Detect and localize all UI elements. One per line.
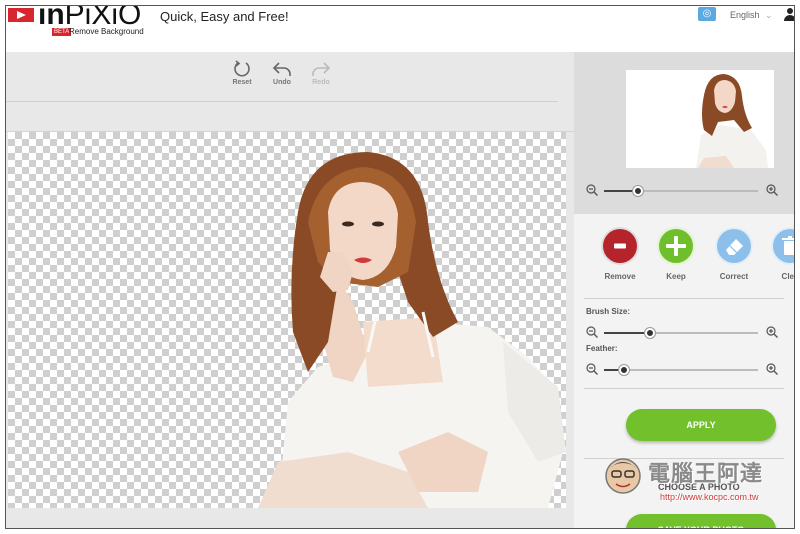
save-photo-button[interactable]: SAVE YOUR PHOTO — [626, 514, 776, 528]
undo-button[interactable]: Undo — [262, 60, 302, 86]
chevron-down-icon: ⌄ — [765, 10, 773, 20]
trash-icon — [771, 227, 794, 265]
toolbar-divider — [6, 101, 558, 102]
zoom-out-icon[interactable] — [586, 184, 598, 196]
tagline: Quick, Easy and Free! — [160, 9, 289, 24]
reset-icon — [234, 60, 250, 77]
correct-button[interactable] — [714, 226, 754, 266]
redo-button[interactable]: Redo — [301, 60, 341, 86]
language-selector[interactable]: English ⌄ — [730, 10, 773, 21]
keep-label: Keep — [666, 272, 686, 281]
brush-size-slider[interactable] — [586, 326, 778, 340]
globe-icon[interactable]: ◎ — [698, 7, 716, 21]
minus-icon — [601, 227, 639, 265]
brand-logo[interactable]: inPiXiO BETA Remove Background — [8, 6, 148, 46]
brush-size-label: Brush Size: — [586, 307, 631, 316]
preview-zoom-slider[interactable] — [586, 184, 778, 198]
preview-thumbnail[interactable] — [626, 70, 774, 168]
feather-label: Feather: — [586, 344, 618, 353]
editor-area: Reset Undo Redo — [6, 52, 574, 528]
redo-label: Redo — [312, 79, 330, 86]
zoom-in-icon[interactable] — [766, 326, 778, 338]
watermark-text: 電腦王阿達 — [648, 461, 764, 486]
feather-handle[interactable] — [619, 365, 629, 375]
zoom-out-icon[interactable] — [586, 363, 598, 375]
language-label: English — [730, 10, 760, 20]
editor-toolbar: Reset Undo Redo — [6, 52, 574, 102]
apply-button[interactable]: APPLY — [626, 409, 776, 441]
remove-button[interactable] — [600, 226, 640, 266]
eraser-icon — [715, 227, 753, 265]
zoom-out-icon[interactable] — [586, 326, 598, 338]
brush-size-handle[interactable] — [645, 328, 655, 338]
plus-icon — [656, 226, 696, 266]
header: inPiXiO BETA Remove Background Quick, Ea… — [6, 6, 794, 52]
reset-button[interactable]: Reset — [222, 60, 262, 86]
image-canvas[interactable] — [8, 132, 566, 508]
clear-label: Clea — [781, 272, 794, 281]
preview-photo — [626, 70, 774, 168]
preview-zoom-track[interactable] — [604, 186, 758, 196]
tools-divider — [584, 298, 784, 299]
preview-section — [574, 52, 794, 196]
brand-subtitle: Remove Background — [69, 27, 144, 36]
zoom-in-icon[interactable] — [766, 184, 778, 196]
subject-photo — [258, 152, 566, 508]
feather-slider[interactable] — [586, 363, 778, 377]
watermark-url: http://www.kocpc.com.tw — [660, 492, 759, 502]
reset-label: Reset — [232, 79, 252, 86]
app-window: inPiXiO BETA Remove Background Quick, Ea… — [5, 5, 795, 529]
brush-size-fill — [604, 332, 650, 334]
zoom-in-icon[interactable] — [766, 363, 778, 375]
redo-icon — [312, 62, 331, 76]
keep-button[interactable] — [656, 226, 696, 266]
clear-button[interactable] — [770, 226, 794, 266]
play-logo-icon — [8, 8, 34, 22]
correct-label: Correct — [719, 272, 749, 281]
preview-zoom-handle[interactable] — [633, 186, 643, 196]
undo-icon — [272, 62, 291, 76]
undo-label: Undo — [273, 79, 291, 86]
sliders-divider — [584, 388, 784, 389]
user-icon[interactable] — [784, 8, 794, 22]
feather-track[interactable] — [604, 365, 758, 375]
remove-label: Remove — [604, 272, 636, 281]
watermark-mascot-icon — [605, 458, 641, 494]
brush-size-track[interactable] — [604, 328, 758, 338]
